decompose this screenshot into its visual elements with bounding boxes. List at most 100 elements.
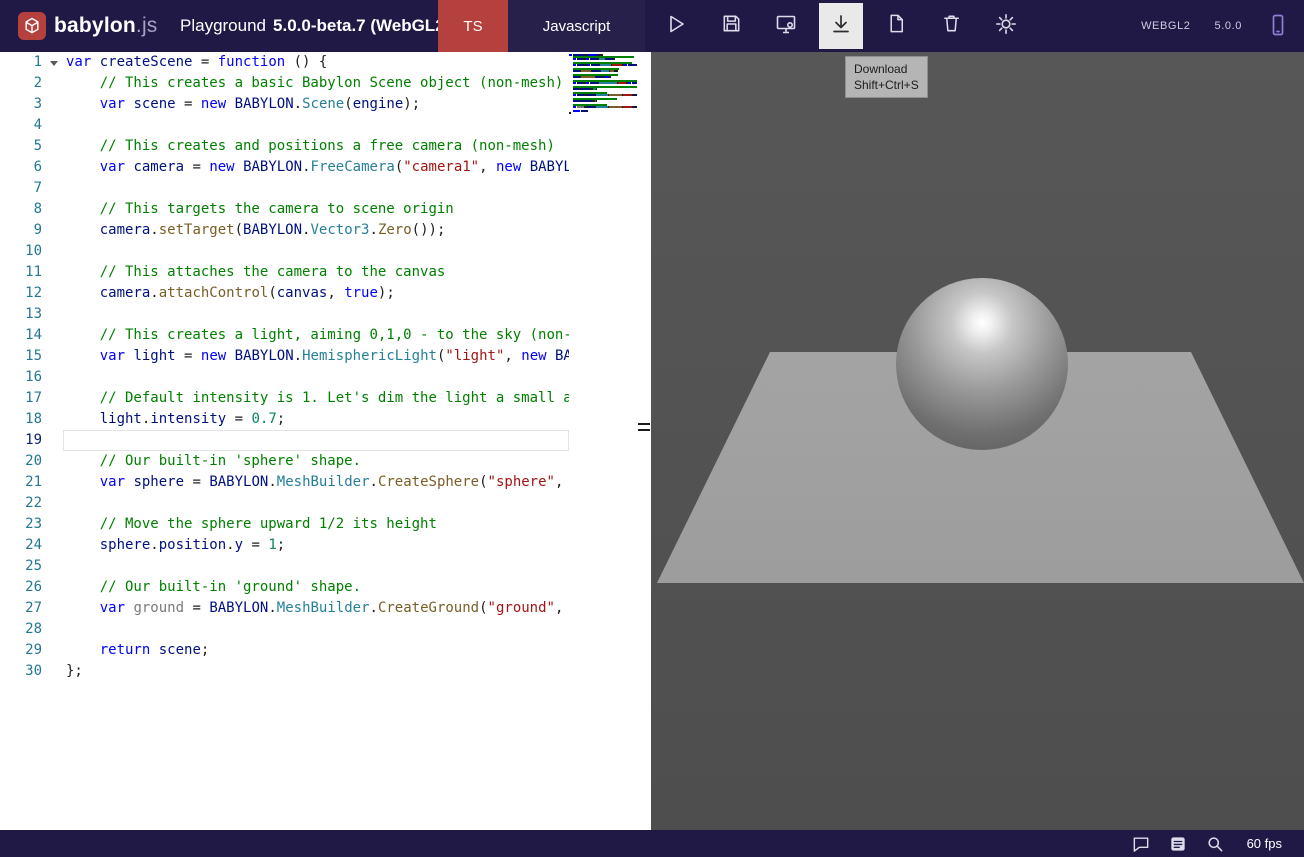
- code-text: var light = new BABYLON.HemisphericLight…: [66, 346, 651, 367]
- code-line[interactable]: 28: [0, 619, 651, 640]
- render-canvas[interactable]: [651, 52, 1304, 830]
- code-line[interactable]: 12 camera.attachControl(canvas, true);: [0, 283, 651, 304]
- fold-gutter: [42, 346, 66, 367]
- line-number: 2: [0, 73, 42, 94]
- line-number: 11: [0, 262, 42, 283]
- code-line[interactable]: 1var createScene = function () {: [0, 52, 651, 73]
- line-number: 28: [0, 619, 42, 640]
- app-logo[interactable]: babylon.js: [18, 0, 158, 52]
- code-text: light.intensity = 0.7;: [66, 409, 285, 430]
- line-number: 26: [0, 577, 42, 598]
- code-line[interactable]: 17 // Default intensity is 1. Let's dim …: [0, 388, 651, 409]
- line-number: 15: [0, 346, 42, 367]
- fold-gutter: [42, 367, 66, 388]
- line-number: 22: [0, 493, 42, 514]
- code-line[interactable]: 2 // This creates a basic Babylon Scene …: [0, 73, 651, 94]
- search-button[interactable]: [1204, 833, 1226, 855]
- inspector-button[interactable]: [764, 3, 808, 49]
- code-text: var sphere = BABYLON.MeshBuilder.CreateS…: [66, 472, 651, 493]
- fold-gutter: [42, 535, 66, 556]
- code-line[interactable]: 16: [0, 367, 651, 388]
- code-editor[interactable]: 1var createScene = function () {2 // Thi…: [0, 52, 651, 830]
- save-button[interactable]: [709, 3, 753, 49]
- code-line[interactable]: 9 camera.setTarget(BABYLON.Vector3.Zero(…: [0, 220, 651, 241]
- settings-button[interactable]: [984, 3, 1028, 49]
- code-line[interactable]: 8 // This targets the camera to scene or…: [0, 199, 651, 220]
- line-number: 19: [0, 430, 42, 451]
- line-number: 13: [0, 304, 42, 325]
- docs-button[interactable]: [1167, 833, 1189, 855]
- code-line[interactable]: 22: [0, 493, 651, 514]
- code-text: camera.attachControl(canvas, true);: [66, 283, 395, 304]
- code-line[interactable]: 24 sphere.position.y = 1;: [0, 535, 651, 556]
- fold-gutter: [42, 136, 66, 157]
- typescript-toggle-button[interactable]: TS: [438, 0, 508, 52]
- page-title: Playground 5.0.0-beta.7 (WebGL2): [180, 0, 450, 52]
- line-number: 3: [0, 94, 42, 115]
- code-line[interactable]: 30};: [0, 661, 651, 682]
- code-line[interactable]: 18 light.intensity = 0.7;: [0, 409, 651, 430]
- code-line[interactable]: 5 // This creates and positions a free c…: [0, 136, 651, 157]
- code-line[interactable]: 21 var sphere = BABYLON.MeshBuilder.Crea…: [0, 472, 651, 493]
- code-text: var camera = new BABYLON.FreeCamera("cam…: [66, 157, 651, 178]
- code-line[interactable]: 20 // Our built-in 'sphere' shape.: [0, 451, 651, 472]
- code-line[interactable]: 11 // This attaches the camera to the ca…: [0, 262, 651, 283]
- fold-gutter: [42, 157, 66, 178]
- code-text: // Move the sphere upward 1/2 its height: [66, 514, 437, 535]
- playground-label: Playground: [180, 16, 266, 36]
- code-line[interactable]: 27 var ground = BABYLON.MeshBuilder.Crea…: [0, 598, 651, 619]
- status-bar: 60 fps: [0, 830, 1304, 857]
- split-divider[interactable]: [637, 52, 651, 830]
- line-number: 5: [0, 136, 42, 157]
- fold-gutter: [42, 640, 66, 661]
- fold-gutter[interactable]: [42, 52, 66, 73]
- code-lines[interactable]: 1var createScene = function () {2 // Thi…: [0, 52, 651, 682]
- language-select[interactable]: Javascript: [508, 0, 645, 52]
- line-number: 6: [0, 157, 42, 178]
- toolbar: [654, 0, 1028, 52]
- babylon-playground-app: babylon.js Playground 5.0.0-beta.7 (WebG…: [0, 0, 1304, 857]
- fold-gutter: [42, 577, 66, 598]
- inspector-icon: [774, 12, 798, 41]
- line-number: 16: [0, 367, 42, 388]
- code-line[interactable]: 23 // Move the sphere upward 1/2 its hei…: [0, 514, 651, 535]
- download-tooltip: Download Shift+Ctrl+S: [845, 56, 928, 98]
- qr-code-button[interactable]: [1266, 13, 1290, 40]
- code-line[interactable]: 4: [0, 115, 651, 136]
- sphere-mesh: [896, 278, 1068, 450]
- code-line[interactable]: 26 // Our built-in 'ground' shape.: [0, 577, 651, 598]
- minimap[interactable]: [569, 52, 637, 830]
- code-line[interactable]: 19: [0, 430, 651, 451]
- code-line[interactable]: 6 var camera = new BABYLON.FreeCamera("c…: [0, 157, 651, 178]
- fold-gutter: [42, 262, 66, 283]
- line-number: 23: [0, 514, 42, 535]
- fold-gutter: [42, 514, 66, 535]
- code-text: // Our built-in 'sphere' shape.: [66, 451, 361, 472]
- code-line[interactable]: 3 var scene = new BABYLON.Scene(engine);: [0, 94, 651, 115]
- fold-gutter: [42, 388, 66, 409]
- line-number: 21: [0, 472, 42, 493]
- code-line[interactable]: 15 var light = new BABYLON.HemisphericLi…: [0, 346, 651, 367]
- code-line[interactable]: 14 // This creates a light, aiming 0,1,0…: [0, 325, 651, 346]
- code-line[interactable]: 25: [0, 556, 651, 577]
- code-line[interactable]: 10: [0, 241, 651, 262]
- code-line[interactable]: 29 return scene;: [0, 640, 651, 661]
- new-button[interactable]: [874, 3, 918, 49]
- logo-text: babylon.js: [54, 14, 158, 38]
- code-line[interactable]: 13: [0, 304, 651, 325]
- fold-gutter: [42, 283, 66, 304]
- fold-gutter: [42, 199, 66, 220]
- code-text: sphere.position.y = 1;: [66, 535, 285, 556]
- code-line[interactable]: 7: [0, 178, 651, 199]
- code-text: return scene;: [66, 640, 209, 661]
- code-text: var ground = BABYLON.MeshBuilder.CreateG…: [66, 598, 651, 619]
- comments-button[interactable]: [1130, 833, 1152, 855]
- minimap-content: [569, 52, 637, 114]
- run-button[interactable]: [654, 3, 698, 49]
- fold-gutter: [42, 325, 66, 346]
- delete-button[interactable]: [929, 3, 973, 49]
- download-button[interactable]: [819, 3, 863, 49]
- save-icon: [720, 12, 743, 40]
- line-number: 20: [0, 451, 42, 472]
- line-number: 4: [0, 115, 42, 136]
